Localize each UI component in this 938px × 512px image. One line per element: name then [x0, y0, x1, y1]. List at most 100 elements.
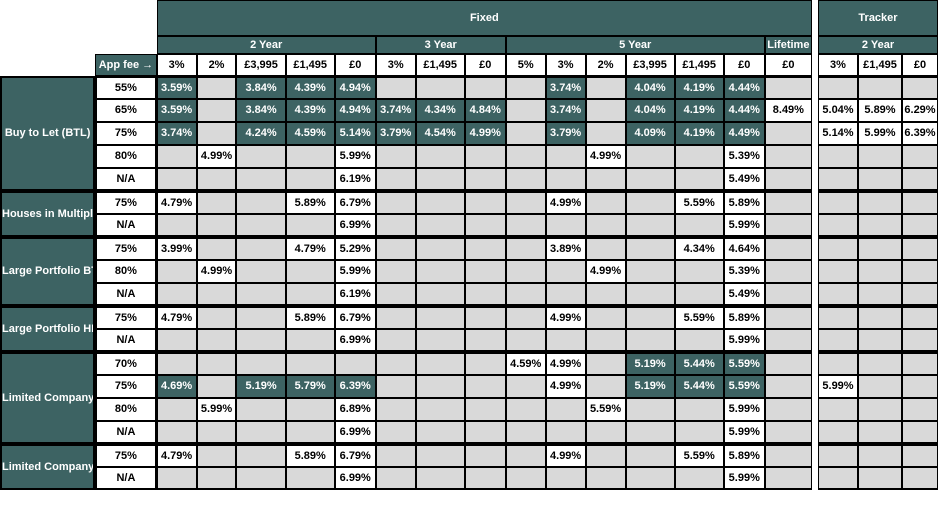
fixed-fee-header-2[interactable]: £3,995: [236, 54, 286, 76]
rate-cell: [236, 398, 286, 421]
fixed-rates-table: Fixed 2 Year 3 Year 5 Year Lifetime App fee →…: [0, 0, 812, 490]
rate-cell: [545, 260, 586, 283]
rate-cell: 5.99%: [196, 398, 237, 421]
ltv-cell: 55%: [95, 76, 157, 99]
tracker-fee-header-1[interactable]: £1,495: [858, 54, 902, 76]
fixed-fee-header-14[interactable]: £0: [764, 54, 812, 76]
rate-cell: [585, 329, 626, 352]
ltv-cell: N/A: [95, 168, 157, 191]
rate-cell: 4.79%: [156, 306, 197, 329]
rate-cell: 4.59%: [285, 122, 335, 145]
rate-cell: [764, 398, 812, 421]
table-row: [818, 214, 938, 237]
rate-cell: 4.19%: [674, 99, 724, 122]
rate-cell: [858, 76, 902, 99]
table-row: 80% 4.99% 5.99% 4.99% 5.39%: [0, 145, 812, 168]
fixed-fee-header-1[interactable]: 2%: [196, 54, 237, 76]
rate-cell: 3.74%: [545, 99, 586, 122]
rate-cell: 6.79%: [334, 191, 376, 214]
rate-cell: [858, 467, 902, 490]
tracker-fee-header-0[interactable]: 3%: [818, 54, 858, 76]
rate-cell: [625, 145, 675, 168]
rate-cell: [858, 191, 902, 214]
fixed-fee-header-10[interactable]: 2%: [585, 54, 626, 76]
fixed-fee-header-13[interactable]: £0: [723, 54, 765, 76]
table-row: 5.04% 5.89% 6.29%: [818, 99, 938, 122]
rate-cell: [464, 214, 506, 237]
rate-cell: [415, 306, 465, 329]
rate-cell: [196, 191, 237, 214]
rate-cell: [902, 329, 938, 352]
fixed-fee-header-12[interactable]: £1,495: [674, 54, 724, 76]
rate-cell: [285, 398, 335, 421]
rate-cell: 4.09%: [625, 122, 675, 145]
rate-cell: 4.79%: [156, 444, 197, 467]
table-row: Large Portfolio BTL 75% 3.99% 4.79% 5.29% 3.8…: [0, 237, 812, 306]
ltv-cell: N/A: [95, 421, 157, 444]
rate-cell: 6.79%: [334, 306, 376, 329]
rate-cell: [818, 168, 858, 191]
app-fee-label: App fee →: [95, 54, 157, 76]
fixed-header-band-row: Fixed: [0, 0, 812, 36]
rate-cell: [764, 168, 812, 191]
fixed-fee-header-7[interactable]: £0: [464, 54, 506, 76]
rate-cell: [674, 168, 724, 191]
rate-cell: 4.34%: [674, 237, 724, 260]
rate-cell: 3.84%: [236, 99, 286, 122]
rate-cell: [505, 237, 546, 260]
rate-cell: [585, 421, 626, 444]
fixed-fee-header-11[interactable]: £3,995: [625, 54, 675, 76]
corner-blank: [0, 0, 157, 36]
table-row: [818, 76, 938, 99]
table-row: 80% 4.99% 5.99% 4.99% 5.39%: [0, 260, 812, 283]
table-row: 75% 3.74% 4.24% 4.59% 5.14% 3.79% 4.54% 4.99% 3.…: [0, 122, 812, 145]
rate-cell: [585, 237, 626, 260]
rate-cell: [505, 168, 546, 191]
rate-cell: 4.94%: [334, 99, 376, 122]
rate-cell: 4.99%: [464, 122, 506, 145]
rate-cell: [196, 329, 237, 352]
rate-cell: [674, 398, 724, 421]
rate-cell: [196, 99, 237, 122]
rate-cell: 5.99%: [723, 214, 765, 237]
rate-cell: 5.99%: [723, 467, 765, 490]
rate-cell: 5.89%: [285, 306, 335, 329]
rate-cell: [818, 191, 858, 214]
fixed-fee-header-0[interactable]: 3%: [156, 54, 197, 76]
rate-cell: [375, 214, 416, 237]
fixed-fee-header-5[interactable]: 3%: [375, 54, 416, 76]
rate-cell: 4.24%: [236, 122, 286, 145]
fixed-fee-header-6[interactable]: £1,495: [415, 54, 465, 76]
table-row: N/A 6.19% 5.49%: [0, 168, 812, 191]
ltv-cell: 75%: [95, 306, 157, 329]
rate-cell: [464, 168, 506, 191]
fixed-fee-header-8[interactable]: 5%: [505, 54, 546, 76]
fixed-fee-header-4[interactable]: £0: [334, 54, 376, 76]
rate-cell: [902, 421, 938, 444]
rate-cell: [505, 260, 546, 283]
rate-cell: 3.74%: [156, 122, 197, 145]
rate-cell: [285, 421, 335, 444]
rate-cell: [764, 283, 812, 306]
rate-cell: [156, 329, 197, 352]
ltv-cell: 75%: [95, 375, 157, 398]
rate-cell: [764, 444, 812, 467]
product-label-3: Large Portfolio HMO: [0, 306, 96, 352]
fixed-fee-header-9[interactable]: 3%: [545, 54, 586, 76]
tracker-fee-header-2[interactable]: £0: [902, 54, 938, 76]
fixed-fee-header-3[interactable]: £1,495: [285, 54, 335, 76]
table-row: 65% 3.59% 3.84% 4.39% 4.94% 3.74% 4.34% 4.84% 3.…: [0, 99, 812, 122]
rate-cell: 5.49%: [723, 168, 765, 191]
rate-cell: [764, 214, 812, 237]
corner-blank-3: [0, 54, 96, 76]
rate-cell: 6.29%: [902, 99, 938, 122]
rate-cell: [585, 375, 626, 398]
rate-cell: [858, 375, 902, 398]
rate-cell: [764, 467, 812, 490]
rate-cell: 4.69%: [156, 375, 197, 398]
rate-cell: [625, 306, 675, 329]
rate-cell: [764, 145, 812, 168]
rate-cell: [415, 76, 465, 99]
rate-cell: [464, 329, 506, 352]
rate-cell: 5.19%: [625, 375, 675, 398]
